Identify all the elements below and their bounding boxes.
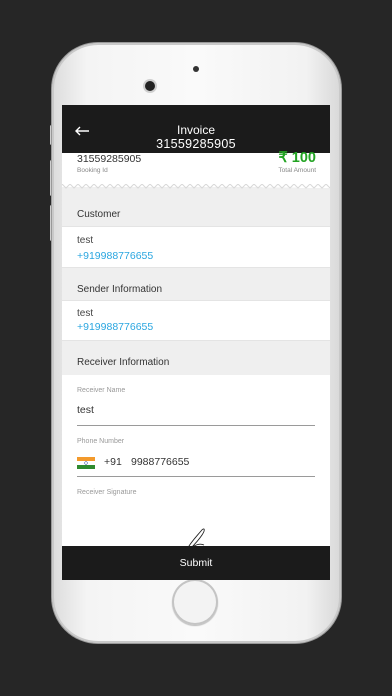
- speaker: [193, 66, 199, 72]
- india-flag-icon[interactable]: [77, 457, 95, 469]
- booking-id-value: 31559285905: [77, 153, 142, 165]
- receiver-form: [62, 375, 330, 550]
- receiver-name-label: Receiver Name: [77, 387, 126, 394]
- home-button[interactable]: [172, 579, 218, 625]
- phone-number-label: Phone Number: [77, 438, 125, 445]
- sender-name: test: [77, 308, 94, 319]
- receiver-phone-input[interactable]: 9988776655: [131, 456, 189, 468]
- booking-id-label: Booking Id: [77, 167, 108, 174]
- receiver-phone-underline: [77, 476, 315, 477]
- sender-phone[interactable]: +919988776655: [77, 321, 153, 333]
- page-title: Invoice: [176, 123, 216, 137]
- invoice-number: 31559285905: [156, 137, 236, 151]
- receiver-signature-label: Receiver Signature: [77, 489, 137, 496]
- receiver-heading: Receiver Information: [77, 357, 170, 368]
- customer-phone[interactable]: +919988776655: [77, 250, 153, 262]
- customer-heading: Customer: [77, 209, 121, 220]
- submit-button[interactable]: Submit: [62, 546, 330, 580]
- app-header: Invoice 31559285905: [62, 105, 330, 153]
- front-camera: [145, 81, 155, 91]
- zigzag-divider: [62, 184, 330, 189]
- customer-name: test: [77, 235, 94, 246]
- total-amount-value: ₹ 100: [278, 150, 316, 166]
- app-screen: Invoice 31559285905 31559285905 Booking …: [62, 105, 330, 580]
- total-amount-label: Total Amount: [278, 167, 316, 174]
- country-code[interactable]: +91: [104, 456, 122, 468]
- receiver-name-input[interactable]: test: [77, 404, 94, 416]
- receiver-name-underline: [77, 425, 315, 426]
- sender-heading: Sender Information: [77, 284, 163, 295]
